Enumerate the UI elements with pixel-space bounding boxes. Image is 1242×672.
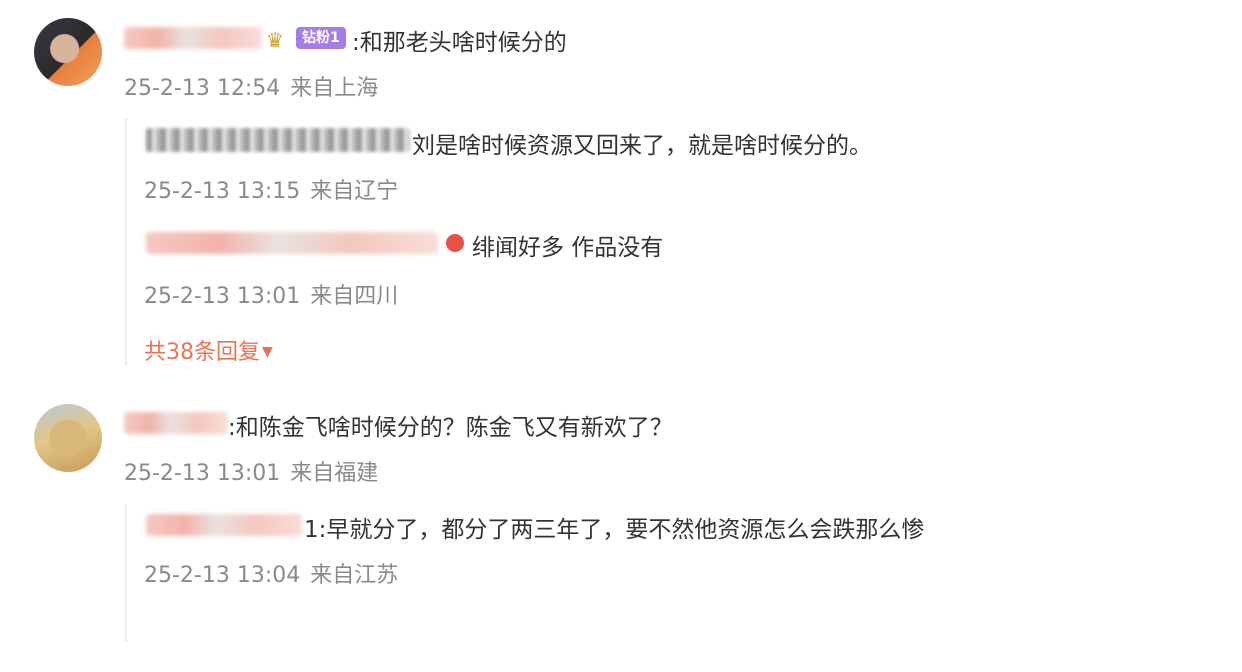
reply-thread-line bbox=[125, 118, 127, 366]
reply-date: 25-2-13 13:04 bbox=[144, 563, 301, 588]
crown-icon: ♛ bbox=[266, 28, 284, 52]
caret-down-icon: ▼ bbox=[262, 344, 273, 360]
red-avatar-dot bbox=[446, 234, 464, 252]
reply-meta: 25-2-13 13:01 来自四川 bbox=[144, 278, 408, 310]
reply-location: 来自江苏 bbox=[310, 563, 399, 588]
comment-text: :和陈金飞啥时候分的？陈金飞又有新欢了？ bbox=[228, 415, 673, 441]
commenter-name-blurred[interactable] bbox=[124, 27, 262, 49]
commenter-name-blurred[interactable] bbox=[124, 412, 228, 434]
reply-author-blurred[interactable] bbox=[146, 232, 438, 254]
reply-date: 25-2-13 13:01 bbox=[144, 284, 301, 309]
reply-location: 来自四川 bbox=[310, 284, 399, 309]
more-replies-link[interactable]: 共38条回复 ▼ bbox=[144, 334, 273, 366]
fan-badge: 钻粉1 bbox=[296, 27, 346, 49]
comment-avatar[interactable] bbox=[34, 18, 102, 86]
reply-text: 绯闻好多 作品没有 bbox=[472, 235, 664, 261]
more-replies-label: 共38条回复 bbox=[144, 340, 260, 365]
reply-location: 来自辽宁 bbox=[310, 179, 399, 204]
reply-author-blurred[interactable] bbox=[146, 514, 302, 536]
reply-meta: 25-2-13 13:04 来自江苏 bbox=[144, 557, 408, 589]
reply-meta: 25-2-13 13:15 来自辽宁 bbox=[144, 173, 408, 205]
reply-date: 25-2-13 13:15 bbox=[144, 179, 301, 204]
reply-author-blurred[interactable] bbox=[146, 128, 410, 152]
comment-avatar[interactable] bbox=[34, 404, 102, 472]
reply-text: 刘是啥时候资源又回来了，就是啥时候分的。 bbox=[412, 133, 872, 159]
comment-location: 来自上海 bbox=[290, 76, 379, 101]
reply-text: 1:早就分了，都分了两三年了，要不然他资源怎么会跌那么惨 bbox=[304, 517, 925, 543]
comment-meta: 25-2-13 12:54 来自上海 bbox=[124, 70, 388, 102]
comment-date: 25-2-13 13:01 bbox=[124, 461, 281, 486]
comment-date: 25-2-13 12:54 bbox=[124, 76, 281, 101]
reply-thread-line bbox=[125, 504, 127, 642]
comment-location: 来自福建 bbox=[290, 461, 379, 486]
comment-text: :和那老头啥时候分的 bbox=[352, 30, 567, 56]
comment-meta: 25-2-13 13:01 来自福建 bbox=[124, 455, 388, 487]
